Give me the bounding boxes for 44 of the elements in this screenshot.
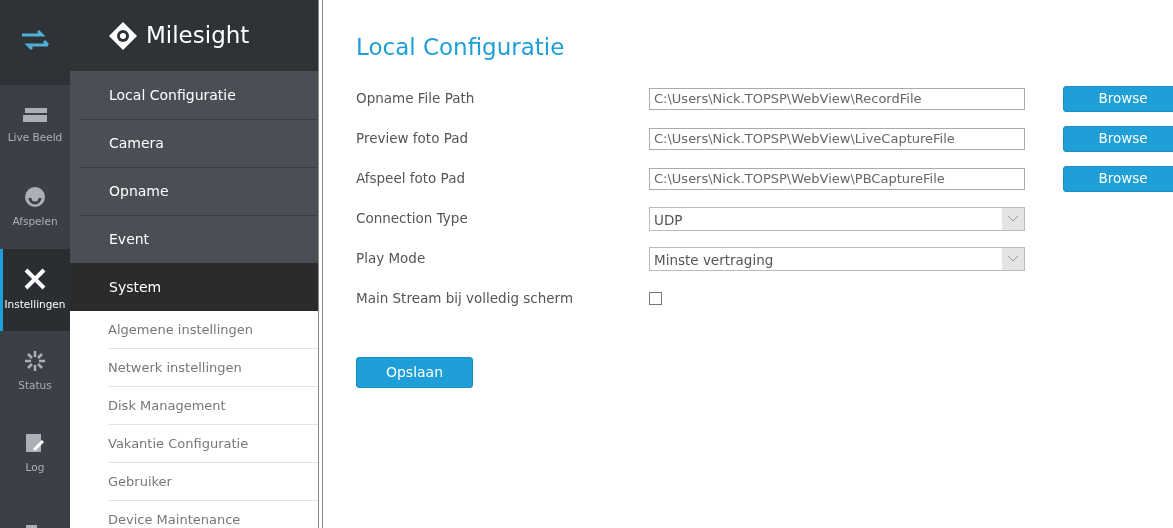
nav-item[interactable]: Status: [0, 331, 70, 413]
caret-icon: [1007, 214, 1019, 223]
logo-icon: [108, 20, 138, 51]
field-label: Opname File Path: [356, 89, 476, 109]
playback-icon: [24, 186, 46, 209]
submenu-item[interactable]: Device Maintenance: [108, 501, 318, 528]
submenu-item[interactable]: Vakantie Configuratie: [108, 425, 318, 463]
field-label: Preview foto Pad: [356, 129, 470, 149]
field-label: Connection Type: [356, 209, 469, 229]
menu-item[interactable]: Local Configuratie: [70, 71, 318, 119]
arrows-icon: [20, 28, 50, 51]
menu-item[interactable]: Event: [70, 215, 318, 263]
caret-icon: [1007, 254, 1019, 263]
nav-item[interactable]: Log: [0, 413, 70, 495]
tools-icon: [23, 267, 47, 292]
save-button[interactable]: Opslaan: [356, 356, 473, 388]
select-field[interactable]: UDP: [649, 206, 1025, 231]
menu-item[interactable]: Camera: [70, 119, 318, 167]
checkbox[interactable]: [649, 292, 662, 305]
field-label: Play Mode: [356, 249, 427, 269]
page-title: Local Configuratie: [356, 33, 566, 62]
field-label: Main Stream bij volledig scherm: [356, 289, 575, 309]
nav-item[interactable]: [0, 0, 70, 85]
browse-button[interactable]: Browse: [1063, 165, 1173, 192]
status-icon: [24, 350, 46, 373]
path-field[interactable]: C:\Users\Nick.TOPSP\WebView\LiveCaptureFile: [649, 127, 1025, 150]
browse-button[interactable]: Browse: [1063, 85, 1173, 112]
submenu-item[interactable]: Netwerk instellingen: [108, 349, 318, 387]
submenu-item[interactable]: Gebruiker: [108, 463, 318, 501]
nav-item[interactable]: Live Beeld: [0, 85, 70, 167]
nav-item[interactable]: Afspelen: [0, 167, 70, 249]
menu-item[interactable]: System: [70, 263, 318, 311]
camera-icon: [22, 106, 48, 125]
path-field[interactable]: C:\Users\Nick.TOPSP\WebView\RecordFile: [649, 87, 1025, 110]
field-label: Afspeel foto Pad: [356, 169, 466, 189]
submenu-item[interactable]: Disk Management: [108, 387, 318, 425]
brand-name: Milesight: [146, 21, 250, 51]
submenu-item[interactable]: Algemene instellingen: [108, 311, 318, 349]
menu-item[interactable]: Opname: [70, 167, 318, 215]
log-icon: [24, 432, 46, 455]
path-field[interactable]: C:\Users\Nick.TOPSP\WebView\PBCaptureFile: [649, 167, 1025, 190]
nav-item[interactable]: Instellingen: [0, 249, 70, 331]
select-field[interactable]: Minste vertraging: [649, 246, 1025, 271]
browse-button[interactable]: Browse: [1063, 125, 1173, 152]
